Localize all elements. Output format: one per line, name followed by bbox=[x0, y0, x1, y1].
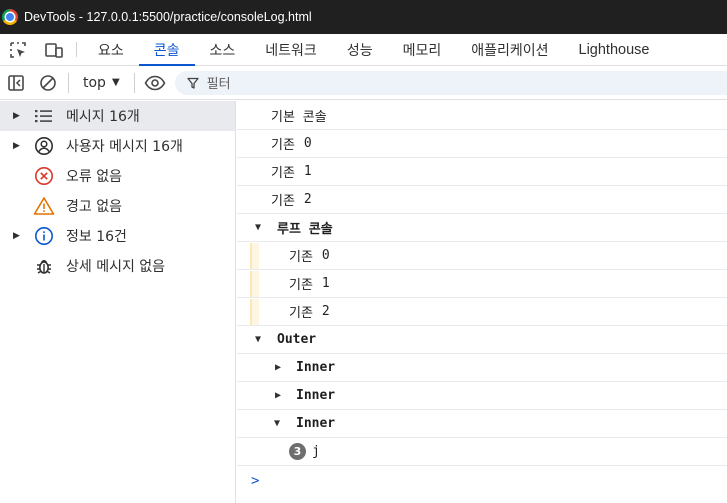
console-message[interactable]: 기존 1 bbox=[237, 158, 727, 186]
repeat-count-badge: 3 bbox=[289, 443, 306, 460]
sidebar-item-user-messages[interactable]: ▶ 사용자 메시지 16개 bbox=[0, 131, 235, 161]
group-indent-bar bbox=[250, 299, 259, 325]
console-message-text: 기존 bbox=[289, 250, 313, 265]
console-message-text: j bbox=[312, 444, 320, 459]
console-message[interactable]: 기존 2 bbox=[237, 298, 727, 326]
console-message-text: 기본 콘솔 bbox=[271, 110, 327, 125]
tab-elements[interactable]: 요소 bbox=[83, 34, 139, 65]
toolbar-divider bbox=[68, 72, 69, 93]
sidebar-item-messages[interactable]: ▶ 메시지 16개 bbox=[0, 101, 235, 131]
window-title: DevTools - 127.0.0.1:5500/practice/conso… bbox=[24, 10, 312, 24]
context-selector-value: top bbox=[83, 74, 106, 91]
expanded-triangle-icon[interactable]: ▼ bbox=[255, 222, 261, 233]
console-message-text: 기존 bbox=[271, 194, 295, 209]
toolbar-divider bbox=[133, 72, 135, 93]
error-icon bbox=[32, 166, 56, 186]
console-group-header[interactable]: ▶ Inner bbox=[237, 354, 727, 382]
sidebar-item-label: 메시지 16개 bbox=[66, 109, 140, 125]
list-icon bbox=[32, 106, 56, 126]
filter-input[interactable]: 필터 bbox=[174, 70, 727, 95]
filter-placeholder: 필터 bbox=[206, 77, 231, 92]
tab-application[interactable]: 애플리케이션 bbox=[456, 34, 563, 65]
console-message[interactable]: 기본 콘솔 bbox=[237, 102, 727, 130]
device-toolbar-icon[interactable] bbox=[36, 34, 72, 65]
console-toolbar: top ▼ 필터 bbox=[0, 66, 727, 100]
tab-bar-divider bbox=[76, 42, 77, 57]
console-message-text: 기존 bbox=[271, 166, 295, 181]
console-group-header[interactable]: ▼ Outer bbox=[237, 326, 727, 354]
collapsed-triangle-icon[interactable]: ▶ bbox=[275, 390, 281, 401]
console-group-label: Inner bbox=[296, 388, 336, 403]
expand-triangle-icon[interactable]: ▶ bbox=[0, 141, 20, 151]
console-group-label: Inner bbox=[296, 360, 336, 375]
console-group-label: Inner bbox=[296, 416, 336, 431]
console-group-label: Outer bbox=[277, 332, 317, 347]
expanded-triangle-icon[interactable]: ▼ bbox=[274, 418, 280, 429]
console-message[interactable]: 기존 0 bbox=[237, 130, 727, 158]
console-number-value: 2 bbox=[321, 304, 330, 319]
console-message-text: 기존 bbox=[271, 138, 295, 153]
console-number-value: 0 bbox=[303, 136, 312, 151]
console-number-value: 0 bbox=[321, 248, 330, 263]
sidebar-item-label: 경고 없음 bbox=[66, 199, 122, 215]
devtools-tab-bar: 요소 콘솔 소스 네트워크 성능 메모리 애플리케이션 Lighthouse bbox=[0, 34, 727, 66]
tab-network[interactable]: 네트워크 bbox=[250, 34, 332, 65]
group-indent-bar bbox=[250, 271, 259, 297]
tab-console[interactable]: 콘솔 bbox=[138, 34, 195, 66]
context-selector[interactable]: top ▼ bbox=[73, 66, 130, 100]
console-group-label: 루프 콘솔 bbox=[277, 222, 333, 237]
console-group-header[interactable]: ▶ Inner bbox=[237, 382, 727, 410]
console-message[interactable]: 기존 1 bbox=[237, 270, 727, 298]
live-expression-eye-icon[interactable] bbox=[139, 66, 171, 100]
chrome-logo-icon bbox=[2, 9, 18, 25]
tab-sources[interactable]: 소스 bbox=[195, 34, 251, 65]
console-number-value: 1 bbox=[321, 276, 330, 291]
tab-lighthouse[interactable]: Lighthouse bbox=[564, 34, 665, 65]
console-message[interactable]: 3 j bbox=[237, 438, 727, 466]
sidebar-item-label: 정보 16건 bbox=[66, 229, 127, 245]
window-titlebar: DevTools - 127.0.0.1:5500/practice/conso… bbox=[0, 0, 727, 34]
bug-icon bbox=[32, 256, 56, 276]
console-sidebar: ▶ 메시지 16개 ▶ 사용자 메시지 16개 오류 없음 경고 없음 ▶ 정보… bbox=[0, 101, 236, 503]
group-indent-bar bbox=[250, 243, 259, 269]
inspect-element-icon[interactable] bbox=[0, 34, 36, 65]
user-icon bbox=[32, 136, 56, 156]
console-message-text: 기존 bbox=[289, 306, 313, 321]
warning-icon bbox=[32, 196, 56, 216]
chevron-down-icon: ▼ bbox=[111, 77, 120, 88]
console-number-value: 1 bbox=[303, 164, 312, 179]
expanded-triangle-icon[interactable]: ▼ bbox=[255, 334, 261, 345]
expand-triangle-icon[interactable]: ▶ bbox=[0, 231, 20, 241]
console-group-header[interactable]: ▼ 루프 콘솔 bbox=[237, 214, 727, 242]
filter-funnel-icon bbox=[187, 77, 199, 89]
sidebar-item-verbose[interactable]: 상세 메시지 없음 bbox=[0, 251, 235, 281]
console-output: 기본 콘솔 기존 0 기존 1 기존 2 ▼ 루프 콘솔 기존 0 기존 1 기… bbox=[237, 101, 727, 503]
expand-triangle-icon[interactable]: ▶ bbox=[0, 111, 20, 121]
console-message[interactable]: 기존 2 bbox=[237, 186, 727, 214]
sidebar-item-label: 사용자 메시지 16개 bbox=[66, 139, 183, 155]
tab-memory[interactable]: 메모리 bbox=[388, 34, 457, 65]
console-number-value: 2 bbox=[303, 192, 312, 207]
sidebar-item-info[interactable]: ▶ 정보 16건 bbox=[0, 221, 235, 251]
sidebar-toggle-icon[interactable] bbox=[0, 66, 32, 100]
tab-performance[interactable]: 성능 bbox=[332, 34, 388, 65]
sidebar-item-warnings[interactable]: 경고 없음 bbox=[0, 191, 235, 221]
collapsed-triangle-icon[interactable]: ▶ bbox=[275, 362, 281, 373]
console-message-text: 기존 bbox=[289, 278, 313, 293]
sidebar-item-errors[interactable]: 오류 없음 bbox=[0, 161, 235, 191]
console-group-header[interactable]: ▼ Inner bbox=[237, 410, 727, 438]
clear-console-icon[interactable] bbox=[32, 66, 64, 100]
console-message[interactable]: 기존 0 bbox=[237, 242, 727, 270]
sidebar-item-label: 오류 없음 bbox=[66, 169, 122, 185]
sidebar-item-label: 상세 메시지 없음 bbox=[66, 259, 166, 275]
info-icon bbox=[32, 226, 56, 246]
console-prompt-chevron-icon[interactable]: > bbox=[251, 473, 259, 489]
